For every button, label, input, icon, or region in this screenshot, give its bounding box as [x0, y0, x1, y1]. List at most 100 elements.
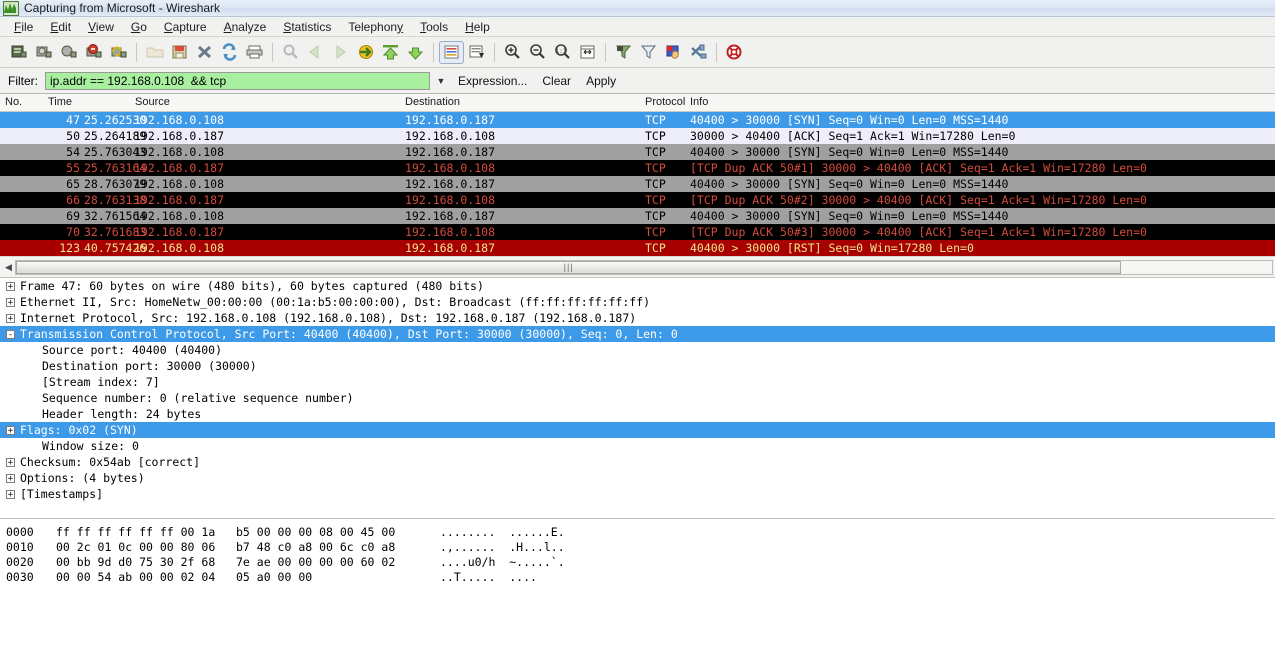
column-header-no[interactable]: No.	[5, 96, 22, 108]
expand-icon[interactable]: +	[6, 473, 15, 483]
packet-bytes-pane[interactable]: 0000 ff ff ff ff ff ff 00 1a b5 00 00 00 …	[0, 519, 1275, 614]
coloring-rules-icon[interactable]	[661, 40, 686, 65]
resize-columns-icon[interactable]	[575, 40, 600, 65]
filter-input[interactable]	[45, 71, 430, 90]
menu-telephony[interactable]: Telephony	[340, 18, 412, 36]
menu-view[interactable]: View	[80, 18, 123, 36]
menu-tools[interactable]: Tools	[412, 18, 457, 36]
auto-scroll-icon[interactable]	[464, 40, 489, 65]
expand-icon[interactable]: +	[6, 425, 15, 435]
hex-offset: 0010	[6, 540, 34, 554]
go-to-packet-icon[interactable]	[353, 40, 378, 65]
restart-capture-icon[interactable]	[106, 40, 131, 65]
expand-icon[interactable]: +	[6, 297, 15, 307]
menu-capture[interactable]: Capture	[156, 18, 216, 36]
print-icon[interactable]	[242, 40, 267, 65]
preferences-icon[interactable]	[686, 40, 711, 65]
detail-tree-row[interactable]: + Internet Protocol, Src: 192.168.0.108 (…	[0, 310, 1275, 326]
chevron-down-icon[interactable]: ▼	[430, 76, 452, 86]
interfaces-icon[interactable]	[6, 40, 31, 65]
find-packet-icon[interactable]	[278, 40, 303, 65]
start-capture-icon[interactable]	[56, 40, 81, 65]
expression-button[interactable]: Expression...	[452, 73, 533, 89]
packet-detail-tree[interactable]: + Frame 47: 60 bytes on wire (480 bits), …	[0, 278, 1275, 519]
detail-tree-row[interactable]: + Frame 47: 60 bytes on wire (480 bits), …	[0, 278, 1275, 294]
expand-icon[interactable]: +	[6, 313, 15, 323]
packet-info: 40400 > 30000 [SYN] Seq=0 Win=0 Len=0 MS…	[690, 177, 1009, 191]
open-file-icon[interactable]	[142, 40, 167, 65]
expand-icon[interactable]: +	[6, 457, 15, 467]
help-contents-icon[interactable]	[722, 40, 747, 65]
apply-filter-button[interactable]: Apply	[580, 73, 622, 89]
detail-tree-row[interactable]: Source port: 40400 (40400)	[0, 342, 1275, 358]
go-forward-icon[interactable]	[328, 40, 353, 65]
detail-tree-row[interactable]: Header length: 24 bytes	[0, 406, 1275, 422]
zoom-in-icon[interactable]	[500, 40, 525, 65]
packet-protocol: TCP	[645, 161, 666, 175]
collapse-icon[interactable]: -	[6, 329, 15, 339]
hscroll-track[interactable]: |||	[15, 259, 1273, 275]
column-header-time[interactable]: Time	[48, 96, 72, 108]
expand-icon[interactable]: +	[6, 489, 15, 499]
menu-help[interactable]: Help	[457, 18, 499, 36]
menu-statistics[interactable]: Statistics	[275, 18, 340, 36]
stop-capture-icon[interactable]	[81, 40, 106, 65]
zoom-reset-icon[interactable]: 1:1	[550, 40, 575, 65]
chevron-left-icon[interactable]: ◀	[2, 262, 15, 273]
zoom-out-icon[interactable]	[525, 40, 550, 65]
packet-no: 69	[66, 209, 80, 223]
clear-filter-button[interactable]: Clear	[536, 73, 577, 89]
detail-tree-row[interactable]: - Transmission Control Protocol, Src Port…	[0, 326, 1275, 342]
packet-list-hscrollbar[interactable]: ◀ |||	[0, 256, 1275, 278]
reload-icon[interactable]	[217, 40, 242, 65]
display-filters-icon[interactable]	[636, 40, 661, 65]
capture-options-icon[interactable]	[31, 40, 56, 65]
hex-dump-row[interactable]: 0020 00 bb 9d d0 75 30 2f 68 7e ae 00 00 …	[0, 555, 1275, 570]
detail-tree-row[interactable]: [Stream index: 7]	[0, 374, 1275, 390]
hex-dump-row[interactable]: 0000 ff ff ff ff ff ff 00 1a b5 00 00 00 …	[0, 525, 1275, 540]
go-back-icon[interactable]	[303, 40, 328, 65]
packet-protocol: TCP	[645, 241, 666, 255]
column-header-protocol[interactable]: Protocol	[645, 96, 685, 108]
go-to-first-icon[interactable]	[378, 40, 403, 65]
detail-tree-row[interactable]: + Ethernet II, Src: HomeNetw_00:00:00 (00…	[0, 294, 1275, 310]
packet-list[interactable]: 47 25.262530 192.168.0.108 192.168.0.187 TCP…	[0, 112, 1275, 256]
packet-row[interactable]: 69 32.761564 192.168.0.108 192.168.0.187 TCP…	[0, 208, 1275, 224]
colorize-icon[interactable]	[439, 40, 464, 64]
detail-tree-row[interactable]: Destination port: 30000 (30000)	[0, 358, 1275, 374]
capture-filters-icon[interactable]	[611, 40, 636, 65]
column-header-info[interactable]: Info	[690, 96, 708, 108]
column-header-source[interactable]: Source	[135, 96, 170, 108]
packet-row[interactable]: 54 25.763043 192.168.0.108 192.168.0.187 TCP…	[0, 144, 1275, 160]
detail-tree-row[interactable]: Window size: 0	[0, 438, 1275, 454]
detail-tree-row[interactable]: + Checksum: 0x54ab [correct]	[0, 454, 1275, 470]
detail-tree-label: Window size: 0	[42, 439, 139, 453]
menu-analyze[interactable]: Analyze	[216, 18, 276, 36]
menu-file[interactable]: File	[6, 18, 42, 36]
packet-row[interactable]: 50 25.264189 192.168.0.187 192.168.0.108 TCP…	[0, 128, 1275, 144]
detail-tree-row[interactable]: + [Timestamps]	[0, 486, 1275, 502]
packet-row[interactable]: 55 25.763164 192.168.0.187 192.168.0.108 TCP…	[0, 160, 1275, 176]
hscroll-thumb[interactable]: |||	[16, 260, 1122, 274]
detail-tree-row[interactable]: + Options: (4 bytes)	[0, 470, 1275, 486]
go-to-last-icon[interactable]	[403, 40, 428, 65]
column-header-destination[interactable]: Destination	[405, 96, 460, 108]
hex-dump-row[interactable]: 0030 00 00 54 ab 00 00 02 04 05 a0 00 00.…	[0, 570, 1275, 585]
menu-edit[interactable]: Edit	[42, 18, 80, 36]
hex-dump-row[interactable]: 0010 00 2c 01 0c 00 00 80 06 b7 48 c0 a8 …	[0, 540, 1275, 555]
packet-source: 192.168.0.187	[134, 129, 225, 143]
packet-row[interactable]: 47 25.262530 192.168.0.108 192.168.0.187 TCP…	[0, 112, 1275, 128]
detail-tree-row[interactable]: + Flags: 0x02 (SYN)	[0, 422, 1275, 438]
packet-row[interactable]: 66 28.763138 192.168.0.187 192.168.0.108 TCP…	[0, 192, 1275, 208]
packet-destination: 192.168.0.187	[405, 209, 496, 223]
packet-row[interactable]: 70 32.761683 192.168.0.187 192.168.0.108 TCP…	[0, 224, 1275, 240]
packet-row[interactable]: 123 40.757426 192.168.0.108 192.168.0.187 TC…	[0, 240, 1275, 256]
save-file-icon[interactable]	[167, 40, 192, 65]
packet-destination: 192.168.0.187	[405, 177, 496, 191]
packet-source: 192.168.0.108	[134, 113, 225, 127]
expand-icon[interactable]: +	[6, 281, 15, 291]
close-file-icon[interactable]	[192, 40, 217, 65]
menu-go[interactable]: Go	[123, 18, 156, 36]
detail-tree-row[interactable]: Sequence number: 0 (relative sequence nu…	[0, 390, 1275, 406]
packet-row[interactable]: 65 28.763079 192.168.0.108 192.168.0.187 TCP…	[0, 176, 1275, 192]
